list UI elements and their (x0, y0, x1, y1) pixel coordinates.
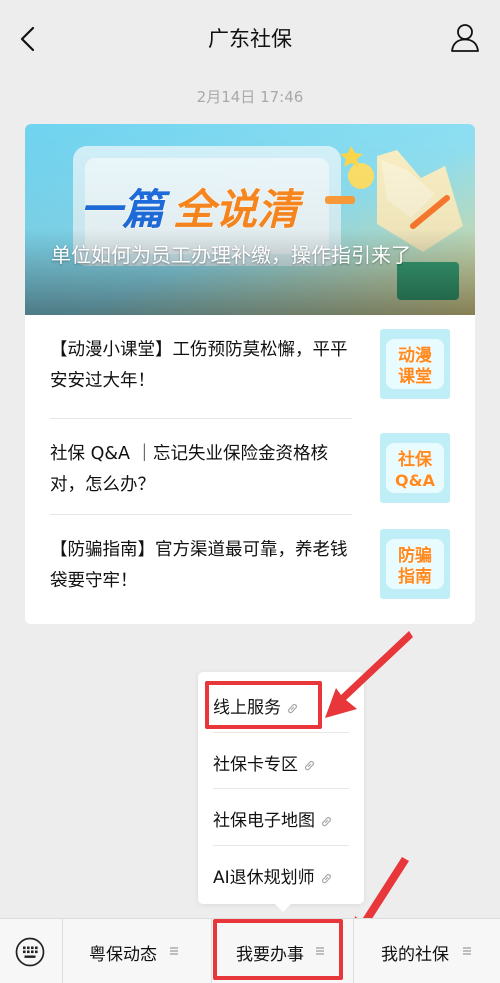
menu-tab-news[interactable]: 粤保动态 (63, 919, 211, 983)
menu-tab-label: 我的社保 (381, 945, 449, 965)
keyboard-toggle-button[interactable] (0, 919, 62, 983)
arrow-pointer (325, 631, 413, 718)
menu-lines-icon (463, 947, 471, 955)
highlight-box (213, 919, 343, 980)
annotation-arrows (325, 631, 413, 948)
keyboard-icon (15, 937, 45, 967)
menu-tab-my-insurance[interactable]: 我的社保 (354, 919, 500, 983)
menu-tab-label: 粤保动态 (89, 945, 157, 965)
menu-lines-icon (170, 947, 178, 955)
